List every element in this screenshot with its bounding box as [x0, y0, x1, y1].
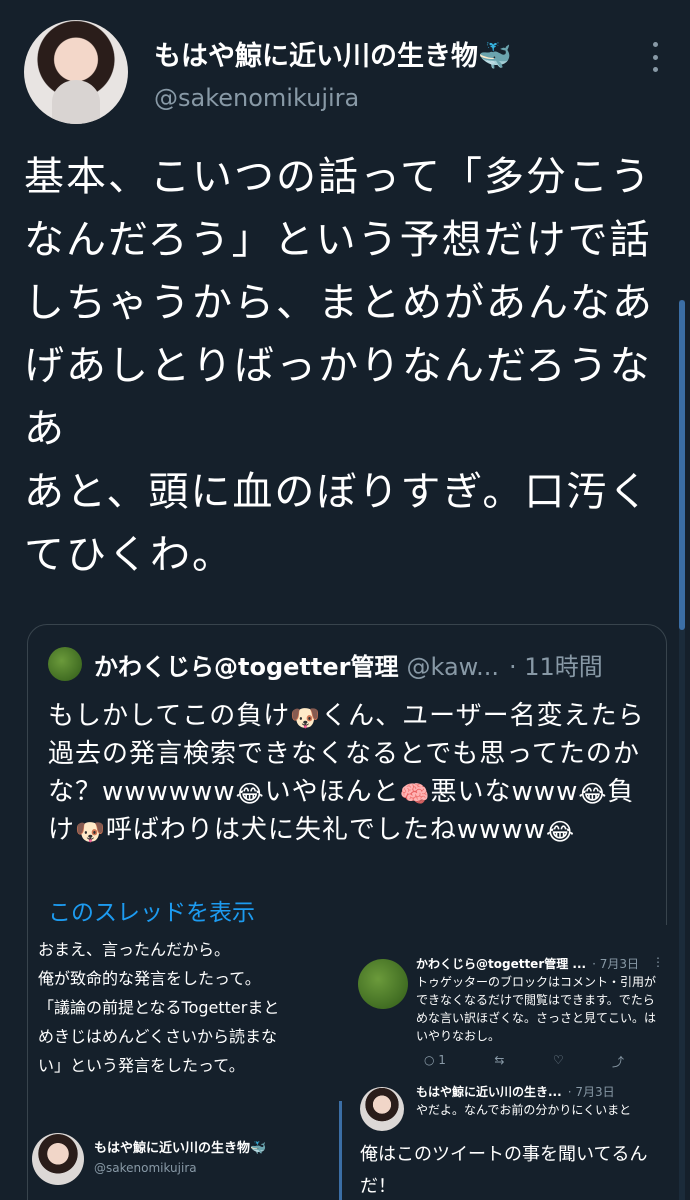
quoted-author-avatar — [48, 647, 82, 681]
tweet-header: もはや鯨に近い川の生き物🐳 @sakenomikujira — [24, 20, 674, 130]
embedded-tweet1-name: かわくじら@togetter管理 ... — [416, 957, 587, 971]
dog-emoji-icon: 🐶 — [290, 704, 322, 732]
retweet-icon: ⇆ — [494, 1053, 505, 1067]
embedded-tweet2-date: · 7月3日 — [567, 1085, 615, 1099]
author-avatar[interactable] — [24, 20, 128, 124]
quoted-text-part: いやほんと — [264, 777, 400, 807]
embedded-tweet1-actions: ○ 1 ⇆ ♡ ⤴ — [424, 1053, 624, 1070]
quoted-author-name: かわくじら@togetter管理 — [94, 653, 399, 681]
quoted-tweet-time: · 11時間 — [508, 653, 603, 681]
embedded-tweet2-name: もはや鯨に近い川の生き... — [416, 1085, 562, 1099]
embedded-tweet2-text: やだよ。なんでお前の分かりにくいまと — [416, 1103, 632, 1117]
quoted-tweet-text: もしかしてこの負け🐶くん、ユーザー名変えたら過去の発言検索できなくなるとでも思っ… — [48, 697, 658, 849]
embedded-caption: 俺はこのツイートの事を聞いてるんだ！ — [360, 1144, 648, 1197]
tweet-text: 基本、こいつの話って「多分こう なんだろう」という予想だけで話 しちゃうから、ま… — [24, 154, 654, 578]
quoted-text-part: 悪いなwww — [430, 777, 579, 807]
quoted-text-part: 呼ばわりは犬に失礼でしたねwwww — [105, 815, 546, 845]
reply-count: 1 — [438, 1053, 446, 1067]
quoted-author-handle: @kaw... — [406, 653, 499, 681]
embedded-tweet1-avatar — [358, 959, 408, 1009]
thread-line — [339, 1101, 342, 1200]
embedded-tweet2-avatar — [360, 1087, 404, 1131]
quoted-tweet[interactable]: かわくじら@togetter管理 @kaw... · 11時間 もしかしてこの負け🐶… — [27, 624, 668, 1200]
share-icon: ⤴ — [611, 1055, 624, 1069]
scrollbar-thumb[interactable] — [679, 300, 685, 630]
embedded-screenshot: おまえ、言ったんだから。 俺が致命的な発言をしたって。 「議論の前提となるTog… — [28, 925, 668, 1200]
crying-laughing-emoji-icon: 😂 — [545, 818, 576, 846]
embedded-more-icon: ⋮ — [652, 955, 664, 969]
embedded-left-text: おまえ、言ったんだから。 俺が致命的な発言をしたって。 「議論の前提となるTog… — [38, 940, 280, 1075]
embedded-tweet1-text: トゥゲッターのブロックはコメント・引用ができなくなるだけで閲覧はできます。でたら… — [416, 975, 657, 1043]
crying-laughing-emoji-icon: 😂 — [235, 780, 265, 808]
embedded-tweet1-header: かわくじら@togetter管理 ... · 7月3日 — [416, 955, 639, 972]
crying-laughing-emoji-icon: 😂 — [578, 780, 608, 808]
embedded-tweet1-date: · 7月3日 — [592, 957, 639, 971]
show-thread-link[interactable]: このスレッドを表示 — [48, 893, 255, 927]
like-icon: ♡ — [552, 1053, 564, 1067]
quoted-text-part: もしかしてこの負け — [48, 701, 291, 731]
embedded-profile-name: もはや鯨に近い川の生き物🐳 — [94, 1141, 267, 1156]
embedded-profile-avatar — [32, 1133, 84, 1185]
embedded-tweet2-header: もはや鯨に近い川の生き... · 7月3日 — [416, 1083, 615, 1100]
embedded-profile-handle: @sakenomikujira — [94, 1161, 197, 1175]
author-username[interactable]: @sakenomikujira — [154, 84, 359, 112]
tweet-detail-screen: もはや鯨に近い川の生き物🐳 @sakenomikujira 基本、こいつの話って… — [0, 0, 690, 1200]
more-vertical-icon[interactable] — [650, 42, 660, 72]
quoted-tweet-header: かわくじら@togetter管理 @kaw... · 11時間 — [94, 647, 603, 682]
brain-emoji-icon: 🧠 — [399, 780, 431, 808]
dog-emoji-icon: 🐶 — [75, 818, 106, 846]
reply-icon: ○ 1 — [424, 1053, 446, 1067]
author-display-name[interactable]: もはや鯨に近い川の生き物🐳 — [154, 34, 512, 73]
